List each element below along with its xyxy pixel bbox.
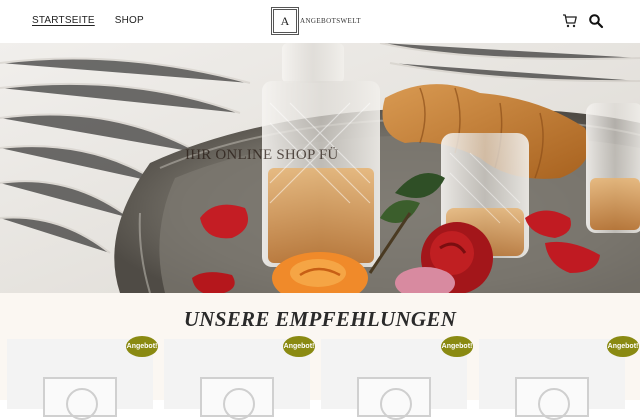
nav-shop-link[interactable]: SHOP [115,15,144,26]
header-icons [562,13,604,29]
product-image-placeholder [43,377,117,420]
sale-badge: Angebot! [126,336,158,357]
product-image-placeholder [357,377,431,420]
sale-badge: Angebot! [607,336,639,357]
section-title: UNSERE EMPFEHLUNGEN [183,307,457,331]
recommendations-section: UNSERE EMPFEHLUNGEN Angebot! Angebot! An… [0,293,640,420]
search-icon[interactable] [588,13,604,29]
logo-text: ANGEBOTSWELT [300,17,361,25]
hero-banner: IHR ONLINE SHOP FÜ [0,43,640,293]
nav-home-link[interactable]: STARTSEITE [32,15,95,26]
product-image-placeholder [200,377,274,420]
site-logo[interactable]: A ANGEBOTSWELT [271,7,361,35]
sale-badge: Angebot! [441,336,473,357]
cart-icon[interactable] [562,13,578,29]
main-nav: STARTSEITE SHOP [32,15,144,26]
site-header: STARTSEITE SHOP A ANGEBOTSWELT [0,0,640,43]
product-card[interactable] [479,339,625,420]
logo-mark: A [271,7,299,35]
sale-badge: Angebot! [283,336,315,357]
hero-caption: IHR ONLINE SHOP FÜ [185,147,339,163]
hero-image [0,43,640,293]
product-image-placeholder [515,377,589,420]
